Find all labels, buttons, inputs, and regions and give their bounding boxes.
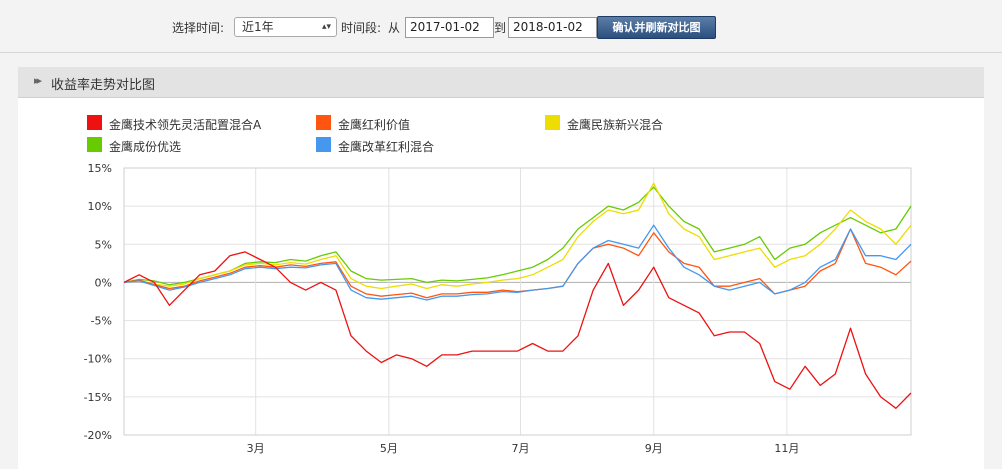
x-tick-label: 9月 [645, 442, 663, 455]
from-label: 从 [388, 21, 401, 35]
x-tick-label: 3月 [247, 442, 265, 455]
y-tick-label: 10% [88, 200, 112, 213]
period-select[interactable]: 近1年 ▴▾ [234, 17, 337, 37]
y-tick-label: 0% [95, 276, 112, 289]
plot-frame [123, 167, 912, 436]
end-date-input[interactable]: 2018-01-02 [508, 17, 597, 38]
y-tick-label: -5% [91, 315, 112, 328]
series-line-2 [123, 228, 912, 299]
select-time-label: 选择时间: [172, 21, 225, 35]
start-date-input[interactable]: 2017-01-02 [405, 17, 494, 38]
y-tick-label: -15% [84, 391, 112, 404]
x-tick-label: 5月 [380, 442, 398, 455]
confirm-refresh-button[interactable]: 确认并刷新对比图 [597, 16, 716, 39]
x-tick-label: 11月 [774, 442, 799, 455]
y-tick-label: -10% [84, 353, 112, 366]
period-label: 时间段: [341, 21, 382, 35]
to-label: 到 [494, 21, 507, 35]
period-select-value: 近1年 [242, 20, 274, 34]
y-tick-label: -20% [84, 429, 112, 442]
y-tick-label: 5% [95, 238, 112, 251]
series-line-1 [123, 251, 912, 409]
series-line-3 [123, 182, 912, 290]
select-arrows-icon: ▴▾ [321, 22, 331, 32]
x-tick-label: 7月 [512, 442, 530, 455]
comparison-panel: ▸▸ 收益率走势对比图 金鹰技术领先灵活配置混合A 金鹰红利价值 金鹰民族新兴混… [18, 67, 984, 469]
series-line-5 [123, 224, 912, 301]
return-trend-chart: 15% 10% 5% 0% -5% -10% -15% -20% 3月 5月 7月 9月 11月 [84, 162, 912, 455]
toolbar: 选择时间: 近1年 ▴▾ 时间段: 从 2017-01-02 到 2018-01… [0, 0, 1002, 53]
y-tick-label: 15% [88, 162, 112, 175]
